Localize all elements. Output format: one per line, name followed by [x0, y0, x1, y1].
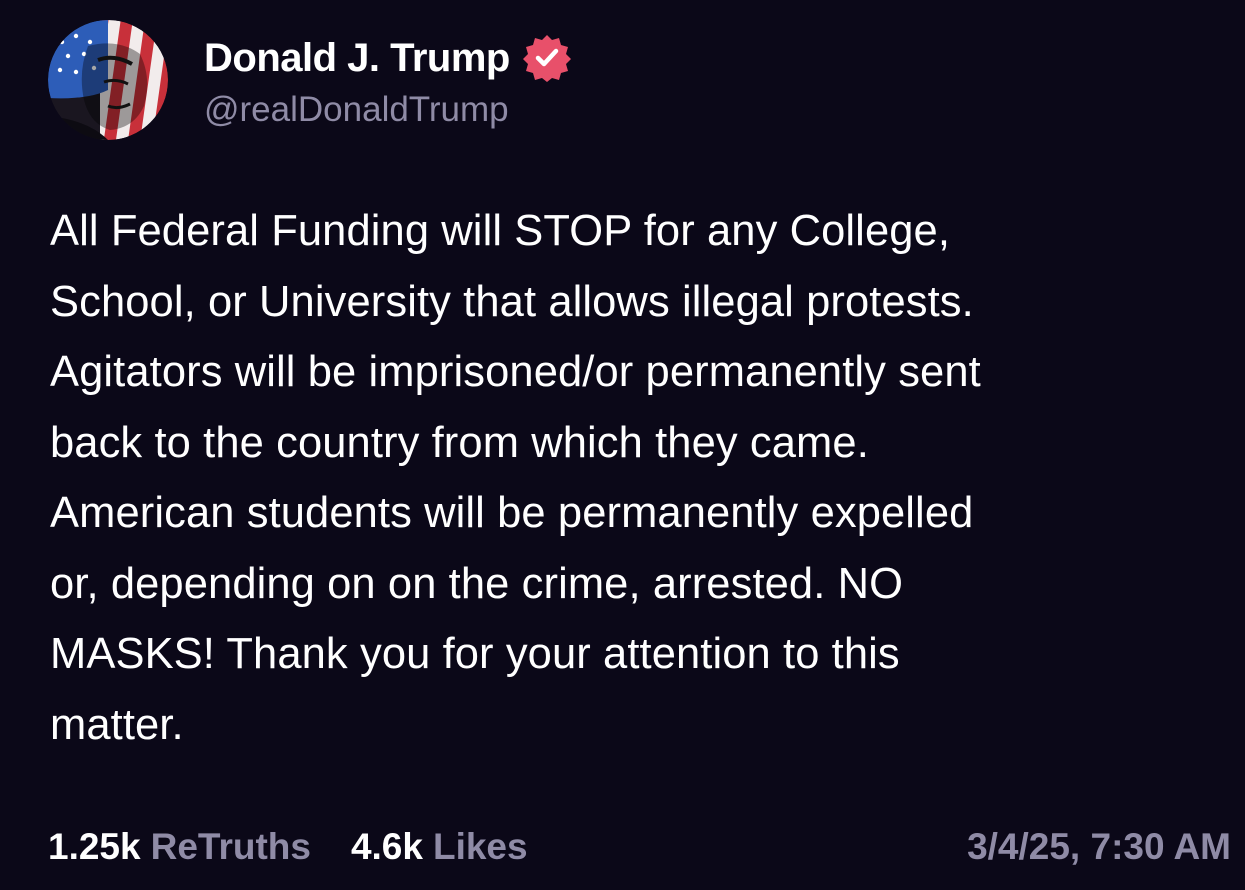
author-handle[interactable]: @realDonaldTrump [204, 90, 572, 130]
avatar-image [48, 20, 168, 140]
retruths-count: 1.25k [48, 826, 141, 867]
post-footer: 1.25k ReTruths 4.6k Likes 3/4/25, 7:30 A… [48, 822, 1231, 872]
retruths-stat[interactable]: 1.25k ReTruths [48, 826, 311, 868]
post-text: All Federal Funding will STOP for any Co… [50, 207, 981, 749]
author-info: Donald J. Trump @realDonaldTrump [204, 20, 572, 140]
likes-stat[interactable]: 4.6k Likes [351, 826, 528, 868]
post-timestamp[interactable]: 3/4/25, 7:30 AM [967, 826, 1231, 868]
author-display-name[interactable]: Donald J. Trump [204, 36, 510, 81]
retruths-label: ReTruths [150, 826, 311, 867]
likes-count: 4.6k [350, 826, 423, 867]
avatar[interactable] [48, 20, 168, 140]
name-row: Donald J. Trump [204, 30, 572, 86]
post-card: Donald J. Trump @realDonaldTrump All Fed… [0, 0, 1245, 890]
likes-label: Likes [432, 826, 528, 867]
verified-badge-icon [522, 33, 572, 83]
post-header: Donald J. Trump @realDonaldTrump [48, 18, 572, 142]
